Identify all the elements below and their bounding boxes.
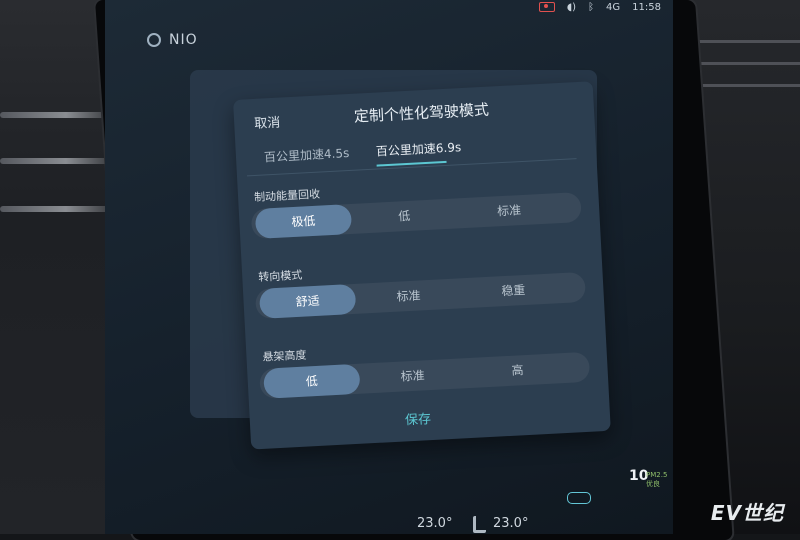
brand[interactable]: NIO bbox=[147, 32, 198, 48]
brand-name: NIO bbox=[169, 32, 198, 48]
option-very-low[interactable]: 极低 bbox=[254, 203, 353, 239]
active-tab-indicator bbox=[376, 160, 447, 167]
clock: 11:58 bbox=[632, 1, 661, 13]
passenger-temperature[interactable]: 23.0° bbox=[493, 516, 528, 531]
dialog-header: 取消 定制个性化驾驶模式 bbox=[253, 92, 584, 133]
dialog-title: 定制个性化驾驶模式 bbox=[353, 100, 490, 126]
suspension-height-group: 悬架高度 低 标准 高 bbox=[258, 332, 591, 399]
option-high[interactable]: 高 bbox=[469, 353, 566, 388]
option-standard[interactable]: 标准 bbox=[364, 358, 461, 393]
option-standard[interactable]: 标准 bbox=[360, 279, 457, 314]
car-icon[interactable] bbox=[567, 492, 591, 504]
watermark-logo: EV世纪 bbox=[710, 501, 784, 525]
dashcam-recording-icon[interactable] bbox=[538, 2, 555, 12]
status-bar: ◖) ᛒ 4G 11:58 bbox=[538, 0, 661, 14]
regen-braking-group: 制动能量回收 极低 低 标准 bbox=[250, 172, 582, 240]
option-standard[interactable]: 标准 bbox=[460, 193, 557, 228]
option-low[interactable]: 低 bbox=[263, 363, 361, 399]
air-vent-slat bbox=[0, 158, 110, 164]
bluetooth-icon: ᛒ bbox=[588, 1, 595, 13]
tab-acceleration-6-9s[interactable]: 百公里加速6.9s bbox=[375, 138, 462, 159]
network-indicator: 4G bbox=[606, 1, 621, 13]
option-low[interactable]: 低 bbox=[356, 199, 453, 234]
nio-logo-icon bbox=[147, 33, 161, 47]
option-comfort[interactable]: 舒适 bbox=[258, 283, 357, 319]
air-vent-slat bbox=[0, 112, 110, 118]
seat-heating-icon[interactable] bbox=[473, 516, 486, 533]
driver-temperature[interactable]: 23.0° bbox=[417, 516, 452, 531]
option-sport[interactable]: 稳重 bbox=[465, 273, 562, 308]
steering-mode-group: 转向模式 舒适 标准 稳重 bbox=[254, 252, 587, 320]
air-vent-slat bbox=[0, 206, 110, 212]
custom-drive-mode-dialog: 取消 定制个性化驾驶模式 百公里加速4.5s 百公里加速6.9s 制动能量回收 … bbox=[233, 81, 611, 450]
climate-bar: 10 PM2.5 优良 23.0° 23.0° bbox=[105, 468, 673, 534]
tab-acceleration-4-5s[interactable]: 百公里加速4.5s bbox=[264, 144, 350, 165]
acceleration-tabs: 百公里加速4.5s 百公里加速6.9s bbox=[245, 126, 577, 177]
cancel-button[interactable]: 取消 bbox=[254, 112, 281, 132]
pm25-label: PM2.5 优良 bbox=[646, 471, 668, 488]
sound-icon[interactable]: ◖) bbox=[567, 2, 576, 13]
center-display: ◖) ᛒ 4G 11:58 NIO 取消 定制个性化驾驶模式 百公里加速4.5s… bbox=[105, 0, 673, 534]
save-button[interactable]: 保存 bbox=[404, 408, 432, 428]
